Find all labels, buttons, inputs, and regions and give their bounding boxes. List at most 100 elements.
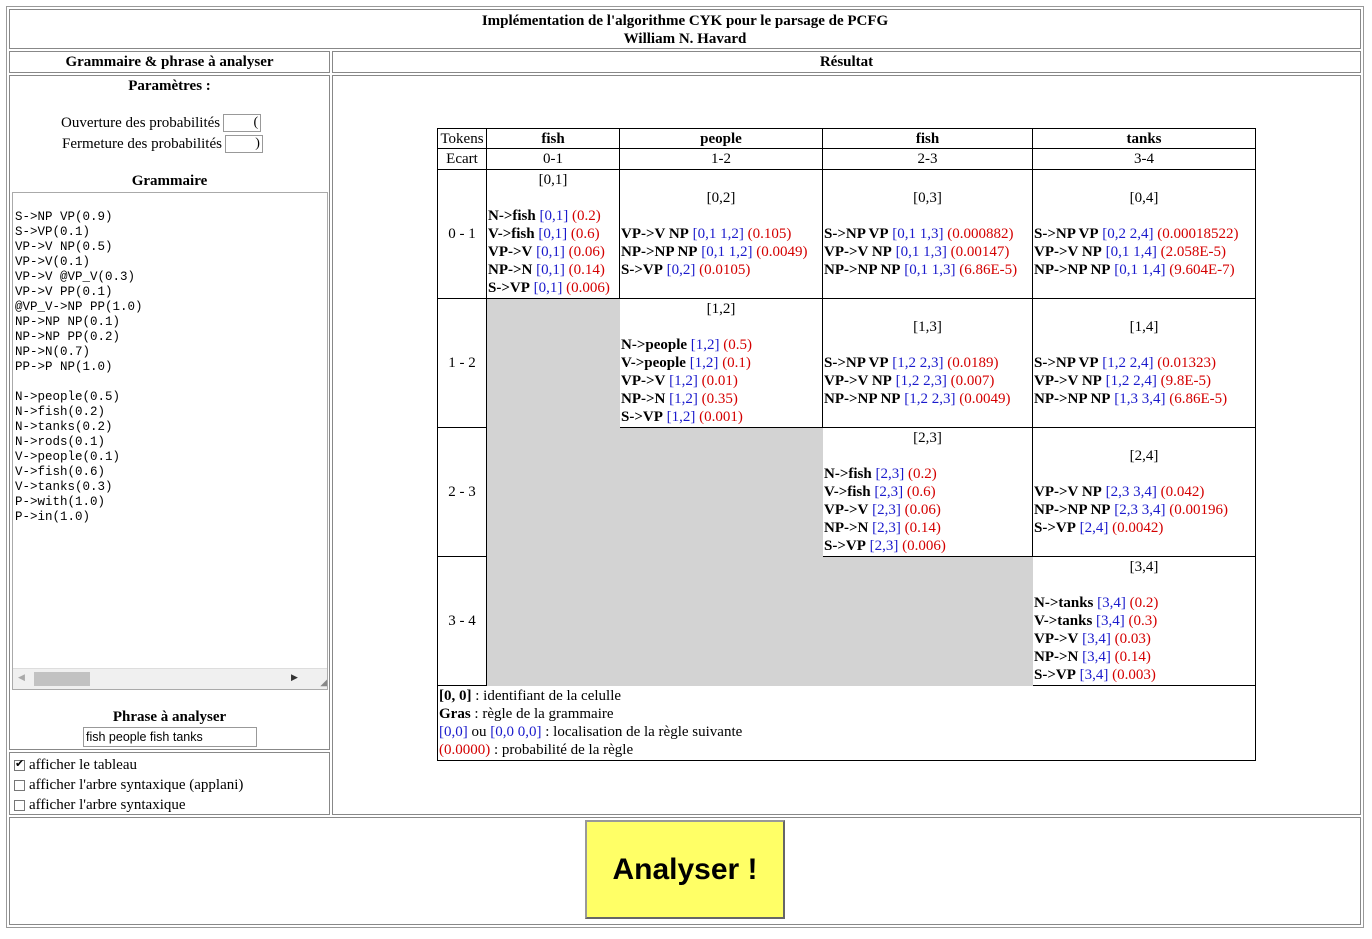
token-header: fish — [486, 128, 620, 149]
rule-location: [1,2] — [689, 355, 719, 371]
empty-cell — [822, 556, 1033, 686]
cell-rule: S->VP [3,4] (0.003) — [1034, 666, 1254, 684]
scrollbar-thumb[interactable] — [34, 672, 90, 686]
cell-rule: S->VP [2,4] (0.0042) — [1034, 519, 1254, 537]
horizontal-scrollbar[interactable]: ◀ ▶ ◢ — [13, 668, 327, 689]
rule-probability: (0.2) — [907, 466, 937, 482]
cell-id: [1,4] — [1129, 319, 1159, 335]
params-title: Paramètres : — [128, 78, 211, 94]
cell-id: [2,4] — [1129, 448, 1159, 464]
empty-cell — [486, 556, 620, 686]
cell-rule: S->NP VP [1,2 2,3] (0.0189) — [824, 354, 1031, 372]
grammar-textarea[interactable]: S->NP VP(0.9) S->VP(0.1) VP->V NP(0.5) V… — [12, 192, 328, 690]
resize-grip-icon[interactable]: ◢ — [320, 677, 327, 688]
cell-rule: VP->V NP [2,3 3,4] (0.042) — [1034, 483, 1254, 501]
option-show-table[interactable]: afficher le tableau — [10, 755, 329, 775]
rule-location: [0,2 2,4] — [1102, 226, 1154, 242]
rule-text: S->VP — [621, 409, 663, 425]
rule-location: [0,1 1,2] — [701, 244, 753, 260]
analyze-button[interactable]: Analyser ! — [585, 820, 785, 919]
show-tree-checkbox[interactable] — [14, 799, 25, 811]
rule-text: S->NP VP — [824, 355, 889, 371]
legend: [0, 0] : identifiant de la celulle Gras … — [437, 685, 1256, 761]
cell-rule: V->fish [0,1] (0.6) — [488, 225, 618, 243]
rule-probability: (0.00196) — [1169, 502, 1228, 518]
rule-text: NP->NP NP — [1034, 502, 1111, 518]
rule-probability: (0.14) — [904, 520, 941, 536]
cell-rule: NP->NP NP [0,1 1,4] (9.604E-7) — [1034, 261, 1254, 279]
option-show-flat-tree[interactable]: afficher l'arbre syntaxique (applani) — [10, 775, 329, 795]
cell-spacer — [824, 207, 1031, 225]
open-prob-input[interactable] — [223, 114, 262, 132]
rule-text: NP->N — [824, 520, 869, 536]
rule-probability: (0.003) — [1112, 667, 1156, 683]
result-panel-title: Résultat — [332, 51, 1361, 73]
option-show-tree[interactable]: afficher l'arbre syntaxique — [10, 795, 329, 815]
rule-location: [1,3 3,4] — [1114, 391, 1166, 407]
rule-location: [1,2] — [669, 391, 698, 407]
rule-location: [0,1] — [539, 208, 569, 224]
cell-id: [0,1] — [538, 172, 568, 188]
cell-spacer — [1034, 465, 1254, 483]
rule-text: NP->NP NP — [824, 262, 901, 278]
scroll-left-icon[interactable]: ◀ — [18, 673, 25, 683]
cell-rule: NP->N [3,4] (0.14) — [1034, 648, 1254, 666]
rule-location: [1,2 2,3] — [904, 391, 956, 407]
close-prob-input[interactable] — [224, 135, 263, 153]
show-table-checkbox[interactable] — [14, 757, 25, 771]
rule-text: S->VP — [824, 538, 866, 554]
cell-rule: NP->N [0,1] (0.14) — [488, 261, 618, 279]
scroll-right-icon[interactable]: ▶ — [291, 673, 298, 683]
rule-location: [1,2 2,3] — [892, 355, 944, 371]
rule-location: [2,3 3,4] — [1105, 484, 1157, 500]
span-header: 1-2 — [619, 148, 823, 170]
chart-cell: [2,4] VP->V NP [2,3 3,4] (0.042) NP->NP NP… — [1032, 427, 1256, 557]
rule-location: [2,3] — [875, 466, 905, 482]
rule-probability: (0.6) — [570, 226, 600, 242]
rule-location: [0,1] — [536, 262, 565, 278]
rule-probability: (0.0105) — [699, 262, 751, 278]
cell-rule: S->VP [1,2] (0.001) — [621, 408, 821, 426]
rule-location: [3,4] — [1079, 667, 1109, 683]
rule-probability: (6.86E-5) — [1169, 391, 1228, 407]
rule-text: NP->N — [621, 391, 666, 407]
rule-probability: (0.2) — [571, 208, 601, 224]
rule-probability: (0.0042) — [1112, 520, 1164, 536]
rule-location: [0,1 1,3] — [892, 226, 944, 242]
rule-probability: (0.0049) — [959, 391, 1011, 407]
rule-location: [1,2] — [669, 373, 698, 389]
rule-location: [0,2] — [666, 262, 696, 278]
chart-cell: [0,4] S->NP VP [0,2 2,4] (0.00018522) VP->… — [1032, 169, 1256, 299]
cell-spacer — [621, 207, 821, 225]
cell-spacer — [1034, 336, 1254, 354]
rule-probability: (0.03) — [1114, 631, 1151, 647]
rule-probability: (0.0189) — [947, 355, 999, 371]
show-flat-tree-checkbox[interactable] — [14, 779, 25, 791]
grammar-title: Grammaire — [131, 173, 208, 189]
cell-id: [0,3] — [913, 190, 942, 206]
rule-location: [3,4] — [1082, 631, 1111, 647]
rule-text: V->fish — [824, 484, 871, 500]
rule-text: V->people — [621, 355, 686, 371]
cell-rule: VP->V NP [1,2 2,4] (9.8E-5) — [1034, 372, 1254, 390]
cell-rule: S->VP [0,2] (0.0105) — [621, 261, 821, 279]
cell-rule: S->NP VP [1,2 2,4] (0.01323) — [1034, 354, 1254, 372]
cell-rule: NP->NP NP [1,3 3,4] (6.86E-5) — [1034, 390, 1254, 408]
cell-rule: NP->N [2,3] (0.14) — [824, 519, 1031, 537]
token-header: tanks — [1032, 128, 1256, 149]
rule-probability: (0.35) — [701, 391, 738, 407]
rule-text: VP->V NP — [1034, 484, 1102, 500]
cell-rule: NP->NP NP [0,1 1,3] (6.86E-5) — [824, 261, 1031, 279]
legend-probability: (0.0000) : probabilité de la règle — [439, 742, 634, 758]
rule-text: N->tanks — [1034, 595, 1094, 611]
rule-probability: (0.5) — [723, 337, 753, 353]
rule-probability: (6.86E-5) — [959, 262, 1018, 278]
rule-text: N->people — [621, 337, 688, 353]
tokens-header: Tokens — [437, 128, 487, 149]
show-table-label: afficher le tableau — [29, 756, 137, 773]
sentence-input[interactable] — [83, 727, 257, 747]
empty-cell — [619, 556, 823, 686]
cell-spacer — [824, 336, 1031, 354]
rule-location: [3,4] — [1096, 613, 1125, 629]
cell-rule: V->people [1,2] (0.1) — [621, 354, 821, 372]
